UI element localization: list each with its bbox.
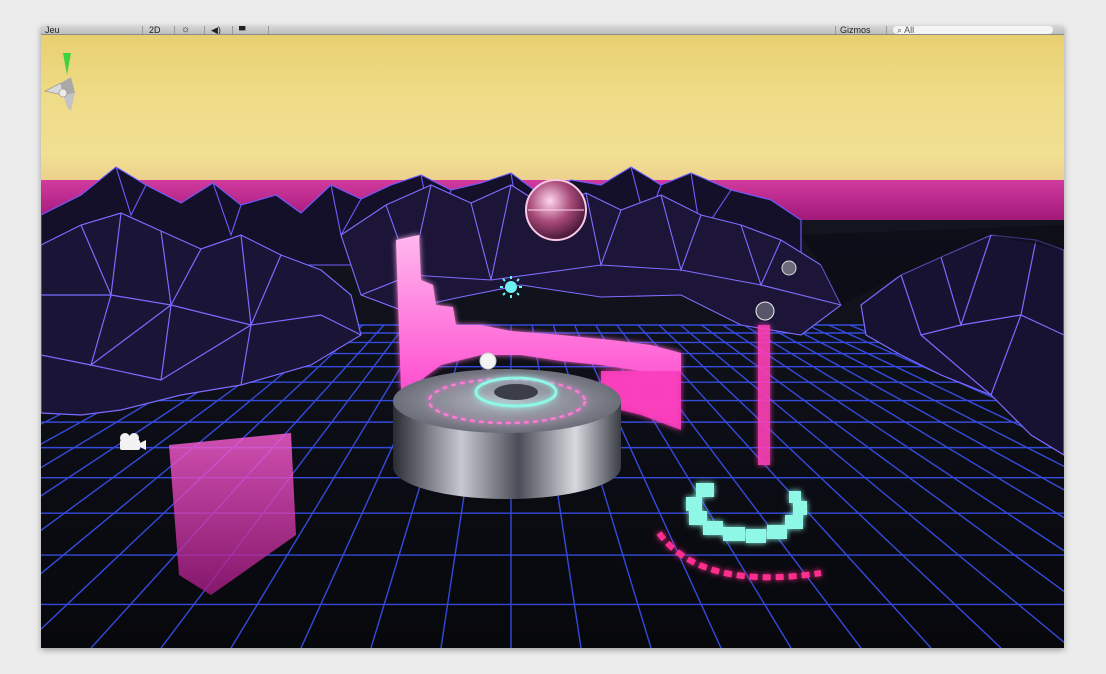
scene-render [41,166,1064,648]
camera-icon[interactable] [120,433,146,450]
scene-viewport[interactable] [41,35,1064,648]
search-icon: ⌕ [897,26,903,34]
audio-source-icon[interactable] [479,352,497,370]
scene-effects-toggle-icon[interactable]: ▀ [235,26,269,34]
hierarchy-search-field[interactable]: ⌕ All [893,26,1053,34]
2d-toggle-button[interactable]: 2D [145,26,175,34]
small-sphere-2 [755,301,775,321]
small-sphere-1 [781,260,797,276]
search-value: All [904,26,915,34]
orientation-gizmo-icon[interactable] [41,49,75,129]
draw-mode-dropdown[interactable]: Jeu [41,26,143,34]
gizmos-dropdown[interactable]: Gizmos [835,26,887,34]
pink-laser-beam [758,325,770,465]
metal-cylinder-platform [393,369,621,499]
scene-lighting-toggle-icon[interactable]: ☼ [177,26,205,34]
scene-view-window: Jeu 2D ☼ ◀) ▀ Gizmos ⌕ All [41,26,1064,648]
grid-line [637,324,932,648]
scene-toolbar: Jeu 2D ☼ ◀) ▀ Gizmos ⌕ All [41,26,1064,35]
scene-audio-toggle-icon[interactable]: ◀) [207,26,233,34]
